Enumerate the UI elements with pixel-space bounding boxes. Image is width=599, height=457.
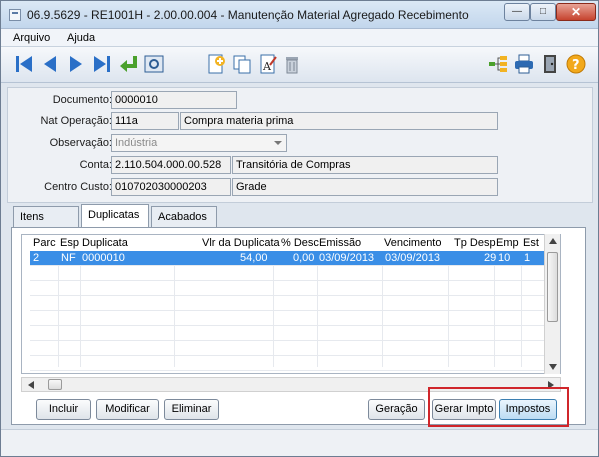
geracao-button[interactable]: Geração: [368, 399, 425, 420]
col-est[interactable]: Est: [523, 237, 539, 249]
edit-icon[interactable]: A: [257, 53, 279, 75]
col-emissao[interactable]: Emissão: [319, 237, 361, 249]
centro-custo-desc-field: Grade: [232, 178, 498, 196]
search-icon[interactable]: [143, 53, 165, 75]
svg-text:A: A: [262, 60, 272, 73]
col-desc[interactable]: % Desc: [281, 237, 319, 249]
help-icon[interactable]: ?: [565, 53, 587, 75]
cell-emp: 10: [498, 252, 511, 264]
next-icon[interactable]: [65, 53, 87, 75]
grid-header: Parc Esp Duplicata Vlr da Duplicata % De…: [22, 235, 544, 251]
table-row[interactable]: [30, 356, 545, 371]
grid-vertical-scrollbar[interactable]: [544, 234, 560, 374]
observacao-label: Observação:: [49, 137, 112, 149]
window-title: 06.9.5629 - RE1001H - 2.00.00.004 - Manu…: [27, 8, 469, 22]
chevron-down-icon: [274, 141, 282, 145]
cell-desc: 0,00: [293, 252, 315, 264]
col-parc[interactable]: Parc: [33, 237, 56, 249]
title-bar: 06.9.5629 - RE1001H - 2.00.00.004 - Manu…: [1, 1, 598, 29]
col-vlr-duplicata[interactable]: Vlr da Duplicata: [202, 237, 280, 249]
modificar-button[interactable]: Modificar: [96, 399, 159, 420]
nat-operacao-desc-field: Compra materia prima: [180, 112, 498, 130]
nat-operacao-label: Nat Operação:: [40, 115, 112, 127]
scroll-thumb[interactable]: [48, 379, 62, 390]
minimize-button[interactable]: —: [504, 3, 530, 21]
exit-icon[interactable]: [539, 53, 561, 75]
col-duplicata[interactable]: Duplicata: [82, 237, 128, 249]
conta-desc-field: Transitória de Compras: [232, 156, 498, 174]
go-to-icon[interactable]: [117, 53, 139, 75]
close-button[interactable]: ✕: [556, 3, 596, 21]
observacao-value: Indústria: [115, 137, 158, 149]
table-row[interactable]: [30, 296, 545, 311]
last-icon[interactable]: [91, 53, 113, 75]
centro-custo-label: Centro Custo:: [44, 181, 112, 193]
scroll-left-icon[interactable]: [28, 381, 34, 389]
previous-icon[interactable]: [39, 53, 61, 75]
table-row[interactable]: 2 NF 0000010 54,00 0,00 03/09/2013 03/09…: [30, 251, 545, 266]
copy-icon[interactable]: [231, 53, 253, 75]
scroll-up-icon[interactable]: [549, 238, 557, 244]
table-row[interactable]: [30, 311, 545, 326]
add-icon[interactable]: [205, 53, 227, 75]
menu-bar: Arquivo Ajuda: [1, 29, 598, 47]
cell-vlr: 54,00: [240, 252, 268, 264]
table-row[interactable]: [30, 281, 545, 296]
scroll-down-icon[interactable]: [549, 364, 557, 370]
header-form: Documento: 0000010 Nat Operação: 111a Co…: [7, 87, 593, 203]
conta-code-field[interactable]: 2.110.504.000.00.528: [111, 156, 231, 174]
highlight-box: [428, 387, 569, 427]
cell-est: 1: [524, 252, 531, 264]
col-esp[interactable]: Esp: [60, 237, 79, 249]
cell-vencimento: 03/09/2013: [385, 252, 441, 264]
observacao-select[interactable]: Indústria: [111, 134, 287, 152]
toolbar: A ?: [1, 47, 598, 83]
col-vencimento[interactable]: Vencimento: [384, 237, 441, 249]
eliminar-button[interactable]: Eliminar: [164, 399, 219, 420]
application-window: 06.9.5629 - RE1001H - 2.00.00.004 - Manu…: [0, 0, 599, 457]
table-row[interactable]: [30, 326, 545, 341]
cell-esp: NF: [61, 252, 76, 264]
col-tp-desp[interactable]: Tp Desp: [454, 237, 496, 249]
conta-label: Conta:: [79, 159, 112, 171]
cell-emissao: 03/09/2013: [319, 252, 375, 264]
tab-itens[interactable]: Itens: [13, 206, 79, 228]
nat-operacao-code-field[interactable]: 111a: [111, 112, 179, 130]
cell-tp-desp: 29: [484, 252, 497, 264]
incluir-button[interactable]: Incluir: [36, 399, 91, 420]
tree-icon[interactable]: [487, 53, 509, 75]
print-icon[interactable]: [513, 53, 535, 75]
status-bar: [1, 429, 598, 456]
maximize-button[interactable]: □: [530, 3, 556, 21]
svg-text:?: ?: [572, 58, 580, 73]
col-emp[interactable]: Emp: [496, 237, 519, 249]
first-icon[interactable]: [13, 53, 35, 75]
table-row[interactable]: [30, 266, 545, 281]
app-icon: [9, 9, 21, 21]
table-row[interactable]: [30, 341, 545, 356]
tab-duplicatas[interactable]: Duplicatas: [81, 204, 149, 228]
delete-icon[interactable]: [281, 53, 303, 75]
menu-arquivo[interactable]: Arquivo: [13, 32, 50, 44]
duplicatas-grid[interactable]: Parc Esp Duplicata Vlr da Duplicata % De…: [21, 234, 561, 374]
tab-acabados[interactable]: Acabados: [151, 206, 217, 228]
menu-ajuda[interactable]: Ajuda: [67, 32, 95, 44]
cell-duplicata: 0000010: [82, 252, 125, 264]
cell-parc: 2: [33, 252, 40, 264]
scroll-thumb[interactable]: [547, 252, 558, 322]
documento-label: Documento:: [52, 94, 112, 106]
documento-field[interactable]: 0000010: [111, 91, 237, 109]
centro-custo-code-field[interactable]: 010702030000203: [111, 178, 231, 196]
